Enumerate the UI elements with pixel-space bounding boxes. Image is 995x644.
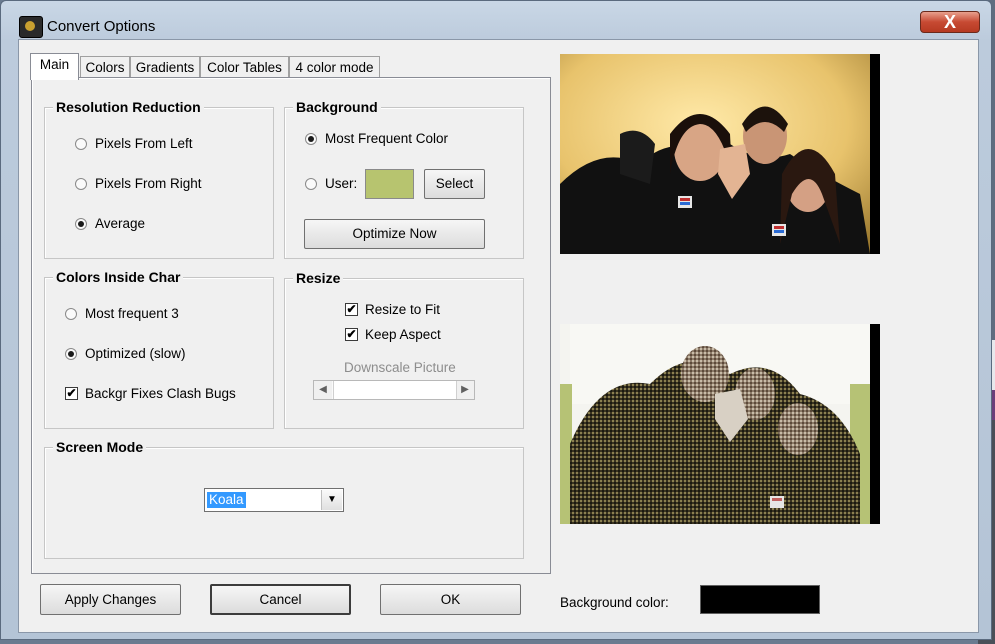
- average-radio[interactable]: [75, 218, 87, 230]
- scroll-right-icon[interactable]: ▶: [456, 381, 474, 399]
- backgr-fixes-clash-checkbox[interactable]: ✔: [65, 387, 78, 400]
- ok-button[interactable]: OK: [380, 584, 521, 615]
- chevron-down-icon[interactable]: ▼: [321, 490, 342, 510]
- resize-title: Resize: [293, 270, 344, 286]
- most-frequent-color-label[interactable]: Most Frequent Color: [325, 131, 448, 147]
- most-frequent-color-radio[interactable]: [305, 133, 317, 145]
- tab-colors[interactable]: Colors: [80, 56, 130, 78]
- converted-image-preview: [560, 324, 880, 524]
- tab-color-tables[interactable]: Color Tables: [200, 56, 289, 78]
- title-bar[interactable]: Convert Options X: [1, 1, 991, 39]
- resize-to-fit-label[interactable]: Resize to Fit: [365, 302, 440, 318]
- optimized-slow-label[interactable]: Optimized (slow): [85, 346, 186, 362]
- resolution-reduction-title: Resolution Reduction: [53, 99, 204, 115]
- optimize-now-button[interactable]: Optimize Now: [304, 219, 485, 249]
- close-icon: X: [943, 12, 956, 32]
- close-button[interactable]: X: [920, 11, 980, 33]
- background-color-swatch[interactable]: [700, 585, 820, 614]
- app-icon: [19, 16, 43, 38]
- screen-mode-title: Screen Mode: [53, 439, 147, 455]
- original-image-preview: [560, 54, 880, 254]
- resize-group: Resize: [284, 270, 524, 429]
- average-label[interactable]: Average: [95, 216, 145, 232]
- downscale-scrollbar[interactable]: ◀ ▶: [313, 380, 475, 400]
- tab-gradients[interactable]: Gradients: [130, 56, 200, 78]
- pixels-from-right-radio[interactable]: [75, 178, 87, 190]
- converted-photo-graphic: [560, 324, 880, 524]
- scroll-thumb[interactable]: [333, 381, 457, 399]
- apply-changes-button[interactable]: Apply Changes: [40, 584, 181, 615]
- user-color-swatch[interactable]: [365, 169, 414, 199]
- background-color-label: Background color:: [560, 595, 669, 610]
- original-photo-graphic: [560, 54, 880, 254]
- tab-4-color-mode[interactable]: 4 color mode: [289, 56, 380, 78]
- screen-mode-select[interactable]: Koala ▼: [204, 488, 344, 512]
- scroll-left-icon[interactable]: ◀: [314, 381, 332, 399]
- pixels-from-right-label[interactable]: Pixels From Right: [95, 176, 202, 192]
- optimized-slow-radio[interactable]: [65, 348, 77, 360]
- keep-aspect-label[interactable]: Keep Aspect: [365, 327, 441, 343]
- downscale-picture-label: Downscale Picture: [344, 360, 456, 375]
- pixels-from-left-radio[interactable]: [75, 138, 87, 150]
- select-color-button[interactable]: Select: [424, 169, 485, 199]
- cancel-button[interactable]: Cancel: [210, 584, 351, 615]
- resize-to-fit-checkbox[interactable]: ✔: [345, 303, 358, 316]
- colors-inside-char-title: Colors Inside Char: [53, 269, 184, 285]
- user-color-radio[interactable]: [305, 178, 317, 190]
- most-frequent-3-label[interactable]: Most frequent 3: [85, 306, 179, 322]
- user-color-label[interactable]: User:: [325, 176, 357, 192]
- most-frequent-3-radio[interactable]: [65, 308, 77, 320]
- keep-aspect-checkbox[interactable]: ✔: [345, 328, 358, 341]
- tab-main[interactable]: Main: [30, 53, 79, 80]
- backgr-fixes-clash-label[interactable]: Backgr Fixes Clash Bugs: [85, 386, 236, 402]
- pixels-from-left-label[interactable]: Pixels From Left: [95, 136, 193, 152]
- screen-mode-value: Koala: [207, 492, 246, 508]
- window-title: Convert Options: [47, 18, 156, 35]
- background-title: Background: [293, 99, 381, 115]
